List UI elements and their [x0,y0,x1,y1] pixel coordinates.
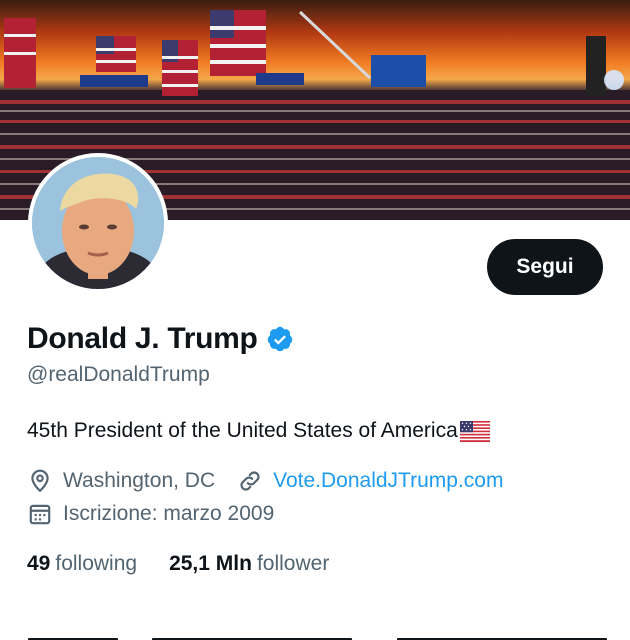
avatar-photo [32,157,164,289]
follow-button[interactable]: Segui [487,239,603,295]
website-link[interactable]: Vote.DonaldJTrump.com [273,469,503,493]
bio-text: 45th President of the United States of A… [27,419,458,442]
followers-link[interactable]: 25,1 Mln follower [169,552,329,576]
following-link[interactable]: 49 following [27,552,137,576]
profile-stats: 49 following 25,1 Mln follower [27,552,361,576]
verified-badge-icon[interactable] [266,325,294,353]
location-icon [27,468,53,494]
location-text: Washington, DC [63,469,216,492]
joined-date: Iscrizione: marzo 2009 [63,502,275,525]
following-count: 49 [27,552,51,575]
profile-name-row: Donald J. Trump [27,322,294,356]
us-flag-icon [459,420,490,442]
profile-bio: 45th President of the United States of A… [27,419,490,443]
profile-handle: @realDonaldTrump [27,363,210,386]
followers-count: 25,1 Mln [169,552,252,575]
link-icon [237,468,263,494]
calendar-icon [27,501,53,527]
cut-off-next-section [0,628,630,640]
followers-label: follower [256,552,330,575]
display-name: Donald J. Trump [27,322,258,355]
profile-joined-row: Iscrizione: marzo 2009 [27,501,274,527]
profile-avatar[interactable] [28,153,168,293]
profile-meta-row: Washington, DC Vote.DonaldJTrump.com [27,468,503,494]
following-label: following [55,552,138,575]
